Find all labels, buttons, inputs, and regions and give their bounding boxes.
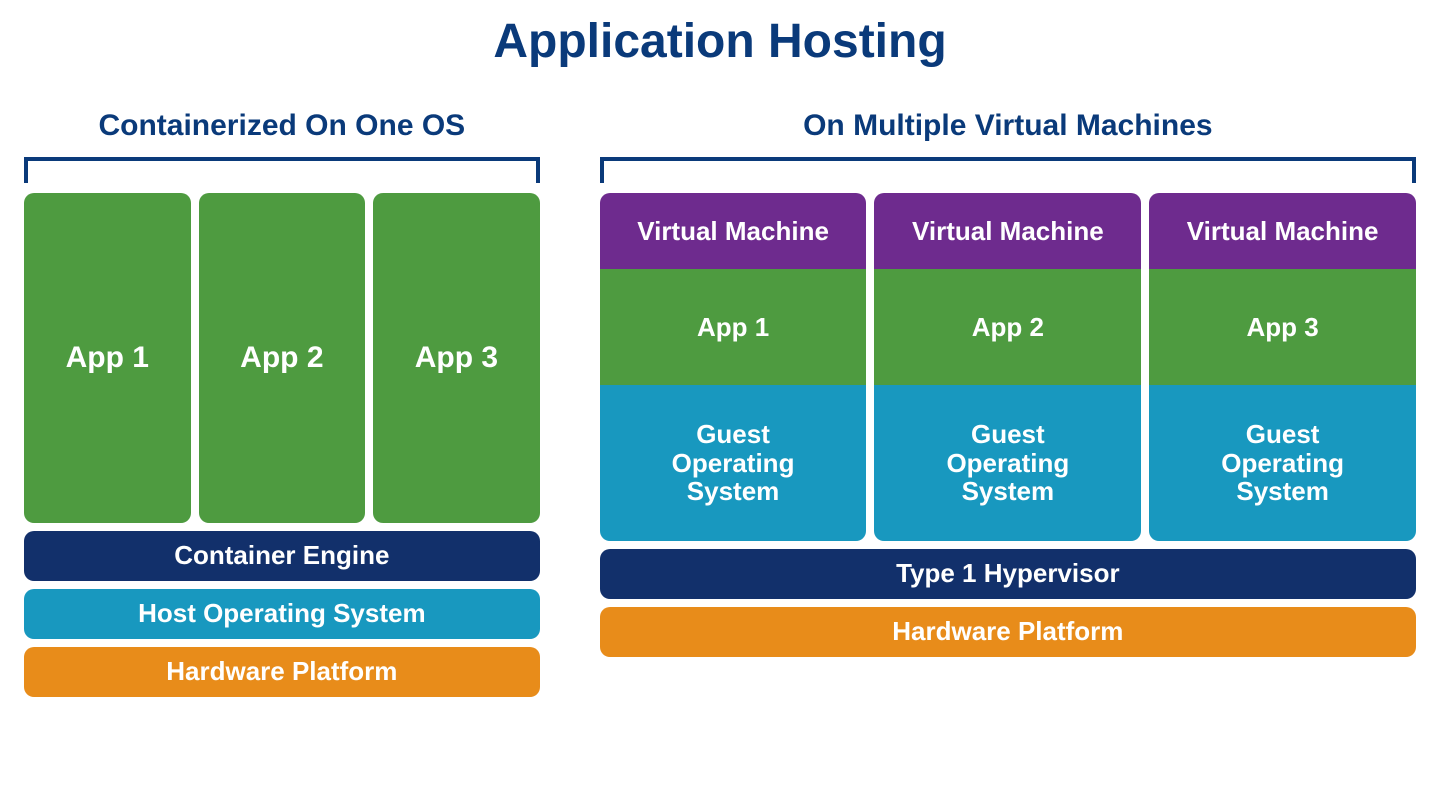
container-engine-layer: Container Engine xyxy=(24,531,540,581)
vm-column: On Multiple Virtual Machines Virtual Mac… xyxy=(600,109,1416,697)
vm-3: Virtual Machine App 3 GuestOperatingSyst… xyxy=(1149,193,1416,541)
vm-1-header: Virtual Machine xyxy=(600,193,867,269)
container-app-1: App 1 xyxy=(24,193,191,523)
container-app-3: App 3 xyxy=(373,193,540,523)
hypervisor-layer: Type 1 Hypervisor xyxy=(600,549,1416,599)
container-app-2: App 2 xyxy=(199,193,366,523)
vm-row: Virtual Machine App 1 GuestOperatingSyst… xyxy=(600,193,1416,541)
containerized-column: Containerized On One OS App 1 App 2 App … xyxy=(24,109,540,697)
vm-1-gos: GuestOperatingSystem xyxy=(600,385,867,541)
hardware-layer-right: Hardware Platform xyxy=(600,607,1416,657)
vm-2-header: Virtual Machine xyxy=(874,193,1141,269)
vm-2-gos: GuestOperatingSystem xyxy=(874,385,1141,541)
vm-3-gos: GuestOperatingSystem xyxy=(1149,385,1416,541)
containerized-heading: Containerized On One OS xyxy=(24,109,540,143)
container-apps-row: App 1 App 2 App 3 xyxy=(24,193,540,523)
vm-1-app: App 1 xyxy=(600,269,867,385)
diagram-columns: Containerized On One OS App 1 App 2 App … xyxy=(20,109,1420,697)
host-os-layer: Host Operating System xyxy=(24,589,540,639)
bracket-icon xyxy=(24,157,540,183)
page-title: Application Hosting xyxy=(20,14,1420,69)
bracket-icon xyxy=(600,157,1416,183)
vm-3-header: Virtual Machine xyxy=(1149,193,1416,269)
vm-heading: On Multiple Virtual Machines xyxy=(600,109,1416,143)
hardware-layer-left: Hardware Platform xyxy=(24,647,540,697)
vm-3-app: App 3 xyxy=(1149,269,1416,385)
vm-1: Virtual Machine App 1 GuestOperatingSyst… xyxy=(600,193,867,541)
vm-2-app: App 2 xyxy=(874,269,1141,385)
vm-2: Virtual Machine App 2 GuestOperatingSyst… xyxy=(874,193,1141,541)
